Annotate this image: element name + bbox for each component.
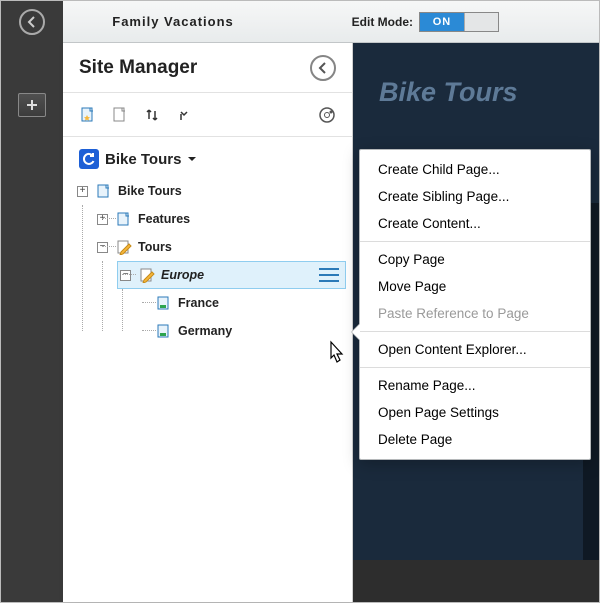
collapse-toggle[interactable]: −: [97, 242, 108, 253]
menu-separator: [360, 331, 590, 332]
edit-mode-label: Edit Mode:: [352, 15, 413, 29]
arrow-left-icon: [26, 16, 38, 28]
menu-open-explorer[interactable]: Open Content Explorer...: [360, 336, 590, 363]
panel-title: Site Manager: [79, 57, 197, 79]
page-pub-icon: [156, 295, 172, 311]
context-menu: Create Child Page... Create Sibling Page…: [359, 149, 591, 460]
page-edit-icon: [116, 239, 132, 255]
toggle-on-label: ON: [420, 13, 464, 31]
back-button[interactable]: [19, 9, 45, 35]
menu-move-page[interactable]: Move Page: [360, 273, 590, 300]
sort-toggle-button[interactable]: [143, 106, 161, 124]
collapse-toggle[interactable]: −: [120, 270, 131, 281]
page-icon: [113, 107, 127, 123]
menu-delete-page[interactable]: Delete Page: [360, 426, 590, 453]
tree-label: Germany: [178, 324, 232, 338]
site-manager-panel: Site Manager: [63, 43, 353, 602]
menu-separator: [360, 241, 590, 242]
tree-label: Europe: [161, 268, 204, 282]
edit-mode-toggle[interactable]: ON: [419, 12, 499, 32]
arrow-left-icon: [317, 62, 329, 74]
tree-node-features[interactable]: + Features: [97, 205, 352, 233]
menu-separator: [360, 367, 590, 368]
tree-spacer: [137, 326, 148, 337]
gear-icon: [318, 106, 336, 124]
tree-label: Bike Tours: [118, 184, 182, 198]
collapse-icon: [177, 107, 191, 123]
tree-node-germany[interactable]: Germany: [137, 317, 352, 345]
new-page-button[interactable]: [79, 106, 97, 124]
tree-node-france[interactable]: France: [137, 289, 352, 317]
page-star-icon: [80, 107, 96, 123]
expand-toggle[interactable]: +: [77, 186, 88, 197]
sort-vertical-icon: [145, 107, 159, 123]
page-icon: [96, 183, 112, 199]
refresh-icon: [82, 152, 96, 166]
expand-toggle[interactable]: +: [97, 214, 108, 225]
settings-button[interactable]: [318, 106, 336, 124]
menu-rename-page[interactable]: Rename Page...: [360, 372, 590, 399]
site-selector[interactable]: Bike Tours: [63, 137, 352, 173]
toggle-off-region: [464, 13, 498, 31]
tree-label: France: [178, 296, 219, 310]
collapse-button[interactable]: [175, 106, 193, 124]
site-name: Bike Tours: [105, 151, 181, 168]
plus-icon: [26, 99, 38, 111]
tree-node-biketours[interactable]: + Bike Tours: [77, 177, 352, 205]
page-title: Family Vacations: [63, 14, 283, 29]
site-badge: [79, 149, 99, 169]
topbar: Family Vacations Edit Mode: ON: [1, 1, 599, 43]
panel-toolbar: [63, 93, 352, 137]
new-blank-button[interactable]: [111, 106, 129, 124]
context-menu-button[interactable]: [319, 268, 339, 282]
page-icon: [116, 211, 132, 227]
tree-label: Features: [138, 212, 190, 226]
preview-footer: [353, 560, 599, 602]
add-widget-button[interactable]: [18, 93, 46, 117]
tree-spacer: [137, 298, 148, 309]
panel-back-button[interactable]: [310, 55, 336, 81]
panel-header: Site Manager: [63, 43, 352, 93]
page-tree: + Bike Tours + Features: [63, 173, 352, 345]
tree-node-tours[interactable]: − Tours: [97, 233, 352, 261]
tree-node-europe[interactable]: − Europe: [117, 261, 346, 289]
menu-copy-page[interactable]: Copy Page: [360, 246, 590, 273]
edit-mode-block: Edit Mode: ON: [352, 1, 499, 43]
menu-create-child[interactable]: Create Child Page...: [360, 156, 590, 183]
page-pub-icon: [156, 323, 172, 339]
menu-create-sibling[interactable]: Create Sibling Page...: [360, 183, 590, 210]
menu-paste-reference: Paste Reference to Page: [360, 300, 590, 327]
menu-open-settings[interactable]: Open Page Settings: [360, 399, 590, 426]
chevron-down-icon: [187, 154, 197, 164]
tree-label: Tours: [138, 240, 172, 254]
hero-title: Bike Tours: [353, 43, 599, 108]
page-edit-icon: [139, 267, 155, 283]
back-cell: [1, 1, 63, 43]
menu-create-content[interactable]: Create Content...: [360, 210, 590, 237]
left-rail: [1, 43, 63, 602]
